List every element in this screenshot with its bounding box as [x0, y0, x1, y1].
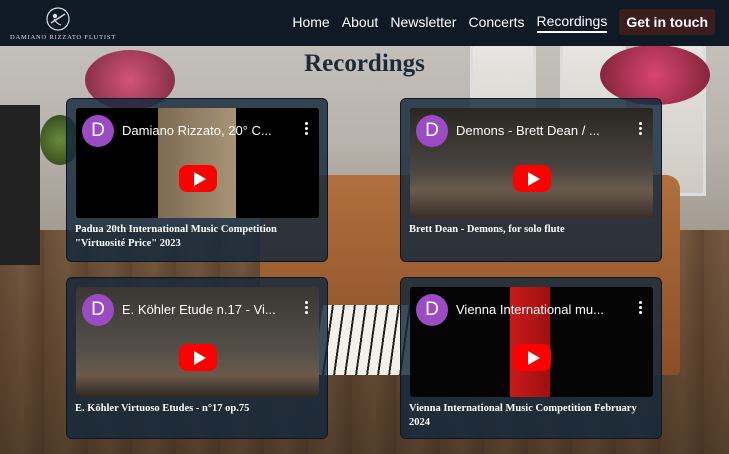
- video-title[interactable]: Damiano Rizzato, 20° C...: [122, 123, 293, 138]
- recording-card: D Vienna International mu... Vienna Inte…: [400, 277, 662, 439]
- recording-card: D Damiano Rizzato, 20° C... Padua 20th I…: [66, 98, 328, 262]
- more-options-icon[interactable]: [639, 301, 643, 317]
- nav-about[interactable]: About: [342, 12, 379, 32]
- recording-caption: E. Köhler Virtuoso Etudes - n°17 op.75: [75, 403, 250, 414]
- channel-avatar[interactable]: D: [416, 115, 448, 147]
- nav-home[interactable]: Home: [292, 12, 329, 32]
- video-embed[interactable]: D Vienna International mu...: [410, 287, 653, 397]
- nav-recordings[interactable]: Recordings: [536, 11, 608, 33]
- play-button-icon[interactable]: [178, 344, 217, 371]
- recording-card: D E. Köhler Etude n.17 - Vi... E. Köhler…: [66, 277, 328, 439]
- channel-avatar[interactable]: D: [416, 294, 448, 326]
- video-title[interactable]: Vienna International mu...: [456, 302, 627, 317]
- play-button-icon[interactable]: [512, 344, 551, 371]
- get-in-touch-button[interactable]: Get in touch: [619, 9, 715, 35]
- more-options-icon[interactable]: [305, 301, 309, 317]
- page-title: Recordings: [304, 50, 425, 77]
- nav-newsletter[interactable]: Newsletter: [390, 12, 456, 32]
- recording-caption: Brett Dean - Demons, for solo flute: [409, 224, 565, 235]
- video-embed[interactable]: D E. Köhler Etude n.17 - Vi...: [76, 287, 319, 397]
- channel-avatar[interactable]: D: [82, 115, 114, 147]
- brand-logo[interactable]: DAMIANO RIZZATO FLUTIST: [10, 6, 117, 42]
- video-title[interactable]: Demons - Brett Dean / ...: [456, 123, 627, 138]
- channel-avatar[interactable]: D: [82, 294, 114, 326]
- play-button-icon[interactable]: [512, 165, 551, 192]
- flutist-logo-icon: [46, 7, 70, 31]
- video-embed[interactable]: D Damiano Rizzato, 20° C...: [76, 108, 319, 218]
- recording-caption: Vienna International Music Competition F…: [409, 403, 637, 428]
- recording-card: D Demons - Brett Dean / ... Brett Dean -…: [400, 98, 662, 262]
- nav-concerts[interactable]: Concerts: [468, 12, 524, 32]
- brand-name: DAMIANO RIZZATO FLUTIST: [10, 34, 117, 41]
- play-button-icon[interactable]: [178, 165, 217, 192]
- main-nav: Home About Newsletter Concerts Recording…: [292, 9, 715, 35]
- more-options-icon[interactable]: [305, 122, 309, 138]
- video-embed[interactable]: D Demons - Brett Dean / ...: [410, 108, 653, 218]
- more-options-icon[interactable]: [639, 122, 643, 138]
- recording-caption: Padua 20th International Music Competiti…: [75, 224, 277, 249]
- video-title[interactable]: E. Köhler Etude n.17 - Vi...: [122, 302, 293, 317]
- site-header: DAMIANO RIZZATO FLUTIST Home About Newsl…: [0, 0, 729, 46]
